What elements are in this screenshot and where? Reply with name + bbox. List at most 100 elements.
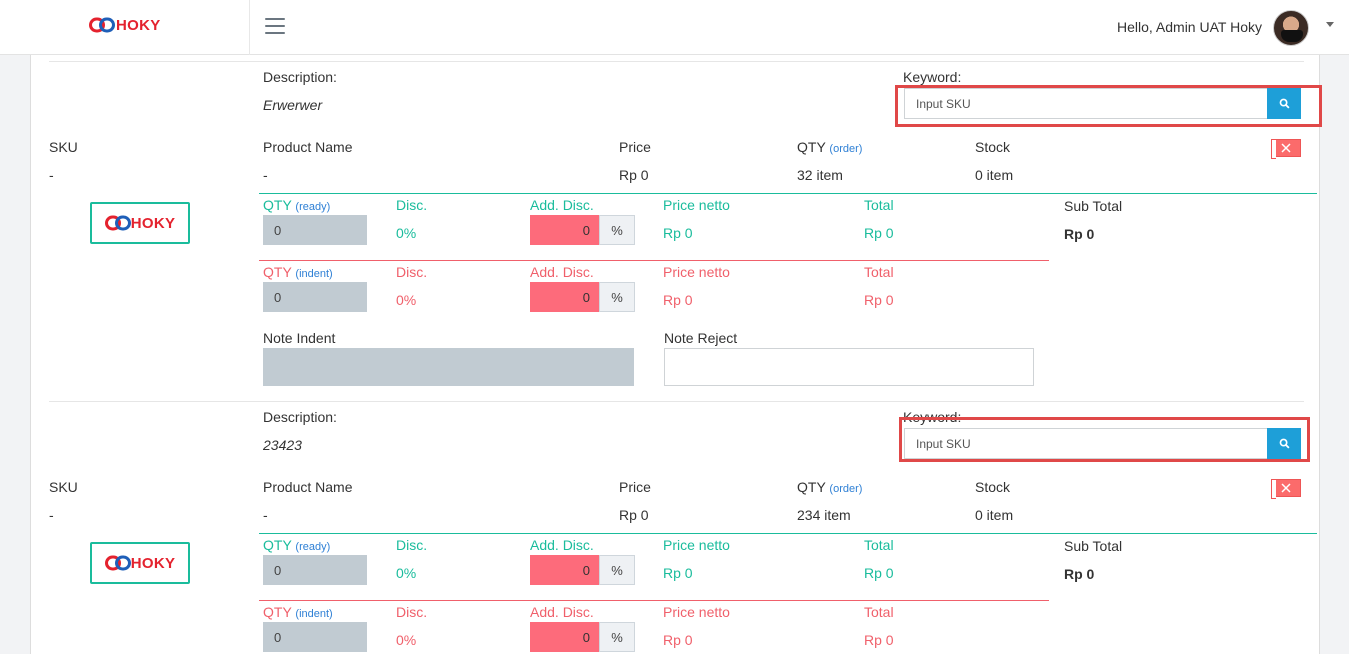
disc-label: Disc.: [396, 537, 428, 553]
qty-ready-text: QTY: [263, 537, 292, 553]
qty-indent-tag: (indent): [295, 608, 333, 620]
disc-value: 0%: [396, 292, 417, 308]
qty-indent-tag: (indent): [295, 268, 333, 280]
qty-indent-text: QTY: [263, 264, 292, 280]
product-name-label: Product Name: [263, 139, 353, 155]
subtotal-label: Sub Total: [1064, 198, 1123, 214]
total-label: Total: [864, 264, 894, 280]
remove-button[interactable]: [1271, 479, 1301, 499]
total-label: Total: [864, 537, 894, 553]
price-value: Rp 0: [619, 507, 649, 523]
avatar[interactable]: [1273, 10, 1309, 46]
divider: [49, 61, 1304, 62]
stock-value: 0 item: [975, 507, 1014, 523]
brand-text: HOKY: [116, 16, 161, 34]
disc-label: Disc.: [396, 197, 428, 213]
hoky-logo-icon: [104, 555, 131, 571]
total-value: Rp 0: [864, 632, 894, 648]
description-value: Erwerwer: [263, 97, 323, 113]
top-navbar: HOKY Hello, Admin UAT Hoky: [0, 0, 1349, 55]
disc-value: 0%: [396, 225, 417, 241]
add-disc-input[interactable]: 0: [530, 622, 600, 652]
price-netto-value: Rp 0: [663, 292, 693, 308]
stock-label: Stock: [975, 479, 1011, 495]
add-disc-label: Add. Disc.: [530, 604, 594, 620]
qty-order-tag: (order): [829, 483, 863, 495]
qty-label-text: QTY: [797, 139, 826, 155]
brand-card-text: HOKY: [130, 554, 176, 572]
disc-value: 0%: [396, 632, 417, 648]
add-disc-input[interactable]: 0: [530, 215, 600, 245]
percent-addon: %: [599, 622, 635, 652]
stock-label: Stock: [975, 139, 1011, 155]
highlight-frame: [899, 417, 1310, 462]
qty-indent-input[interactable]: 0: [263, 282, 367, 312]
product-name-value: -: [263, 507, 268, 523]
add-disc-label: Add. Disc.: [530, 537, 594, 553]
price-netto-label: Price netto: [663, 604, 730, 620]
indent-divider: [259, 600, 1049, 601]
qty-order-value: 32 item: [797, 167, 843, 183]
percent-addon: %: [599, 215, 635, 245]
note-reject-label: Note Reject: [664, 330, 738, 346]
description-value: 23423: [263, 437, 302, 453]
percent-addon: %: [599, 282, 635, 312]
hamburger-icon[interactable]: [265, 18, 285, 34]
disc-label: Disc.: [396, 264, 428, 280]
total-label: Total: [864, 197, 894, 213]
price-netto-value: Rp 0: [663, 565, 693, 581]
add-disc-label: Add. Disc.: [530, 197, 594, 213]
sku-value: -: [49, 167, 54, 183]
subtotal-value: Rp 0: [1064, 226, 1095, 242]
divider: [49, 401, 1304, 402]
remove-button[interactable]: [1271, 139, 1301, 159]
brand-logo[interactable]: HOKY: [89, 16, 161, 34]
chevron-down-icon[interactable]: [1326, 22, 1334, 27]
total-value: Rp 0: [864, 565, 894, 581]
qty-ready-tag: (ready): [295, 201, 331, 213]
total-value: Rp 0: [864, 225, 894, 241]
note-indent-field[interactable]: [263, 348, 634, 386]
qty-order-value: 234 item: [797, 507, 851, 523]
add-disc-input[interactable]: 0: [530, 282, 600, 312]
product-brand-image: HOKY: [90, 202, 190, 244]
description-label: Description:: [263, 409, 337, 425]
greeting-text: Hello, Admin UAT Hoky: [1117, 19, 1262, 35]
price-netto-label: Price netto: [663, 197, 730, 213]
hoky-logo-icon: [104, 215, 131, 231]
ready-divider: [259, 193, 1317, 194]
product-name-label: Product Name: [263, 479, 353, 495]
note-reject-field[interactable]: [664, 348, 1034, 386]
subtotal-label: Sub Total: [1064, 538, 1123, 554]
keyword-label: Keyword:: [903, 69, 962, 85]
qty-ready-label: QTY (ready): [263, 197, 330, 213]
note-indent-label: Note Indent: [263, 330, 336, 346]
total-label: Total: [864, 604, 894, 620]
close-icon: [1281, 143, 1291, 153]
qty-indent-input[interactable]: 0: [263, 622, 367, 652]
description-label: Description:: [263, 69, 337, 85]
content-panel: Description: Erwerwer Keyword: Input SKU…: [30, 55, 1322, 654]
qty-ready-input[interactable]: 0: [263, 215, 367, 245]
qty-ready-label: QTY (ready): [263, 537, 330, 553]
qty-ready-tag: (ready): [295, 541, 331, 553]
add-disc-label: Add. Disc.: [530, 264, 594, 280]
product-name-value: -: [263, 167, 268, 183]
price-netto-label: Price netto: [663, 537, 730, 553]
brand-area: HOKY: [0, 0, 250, 55]
product-brand-image: HOKY: [90, 542, 190, 584]
qty-label-text: QTY: [797, 479, 826, 495]
qty-order-tag: (order): [829, 143, 863, 155]
sku-value: -: [49, 507, 54, 523]
percent-addon: %: [599, 555, 635, 585]
brand-card-text: HOKY: [130, 214, 176, 232]
add-disc-input[interactable]: 0: [530, 555, 600, 585]
price-netto-value: Rp 0: [663, 225, 693, 241]
qty-ready-input[interactable]: 0: [263, 555, 367, 585]
hoky-logo-icon: [89, 17, 115, 33]
highlight-frame: [895, 85, 1322, 127]
price-netto-value: Rp 0: [663, 632, 693, 648]
qty-indent-text: QTY: [263, 604, 292, 620]
price-value: Rp 0: [619, 167, 649, 183]
qty-indent-label: QTY (indent): [263, 264, 333, 280]
